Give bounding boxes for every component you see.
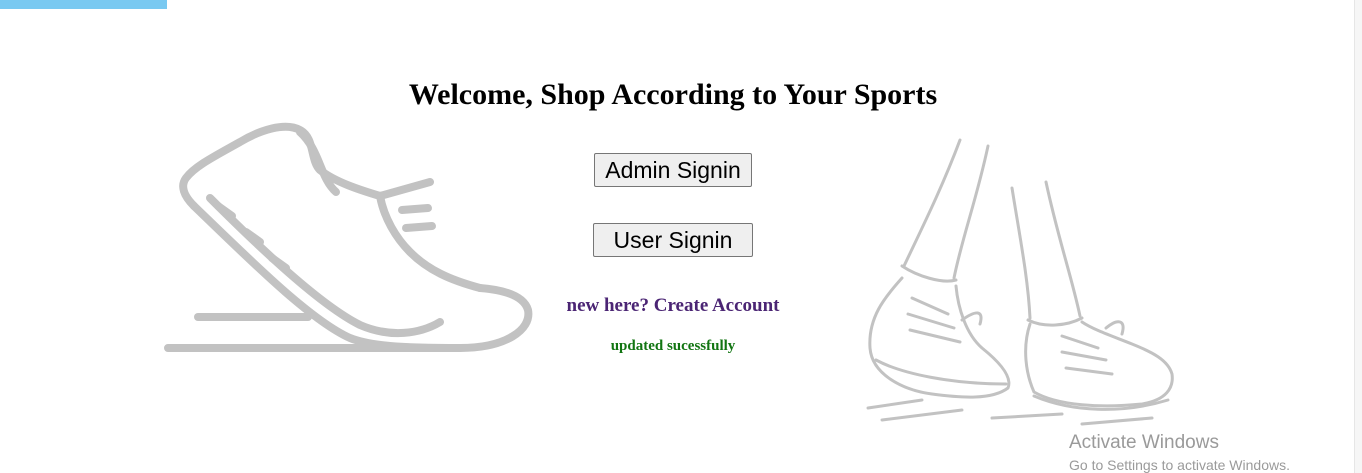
- scrollbar-track[interactable]: [1354, 0, 1362, 473]
- running-shoe-icon: [164, 122, 533, 352]
- watermark-subtitle: Go to Settings to activate Windows.: [1069, 457, 1290, 473]
- walking-sneakers-icon: [866, 138, 1174, 426]
- top-accent-bar: [0, 0, 167, 9]
- admin-signin-button[interactable]: Admin Signin: [594, 153, 752, 187]
- windows-activation-watermark: Activate Windows Go to Settings to activ…: [1069, 432, 1290, 473]
- watermark-title: Activate Windows: [1069, 432, 1219, 453]
- page-title: Welcome, Shop According to Your Sports: [408, 78, 938, 111]
- user-signin-button[interactable]: User Signin: [593, 223, 753, 257]
- page: Welcome, Shop According to Your Sports A…: [0, 0, 1362, 473]
